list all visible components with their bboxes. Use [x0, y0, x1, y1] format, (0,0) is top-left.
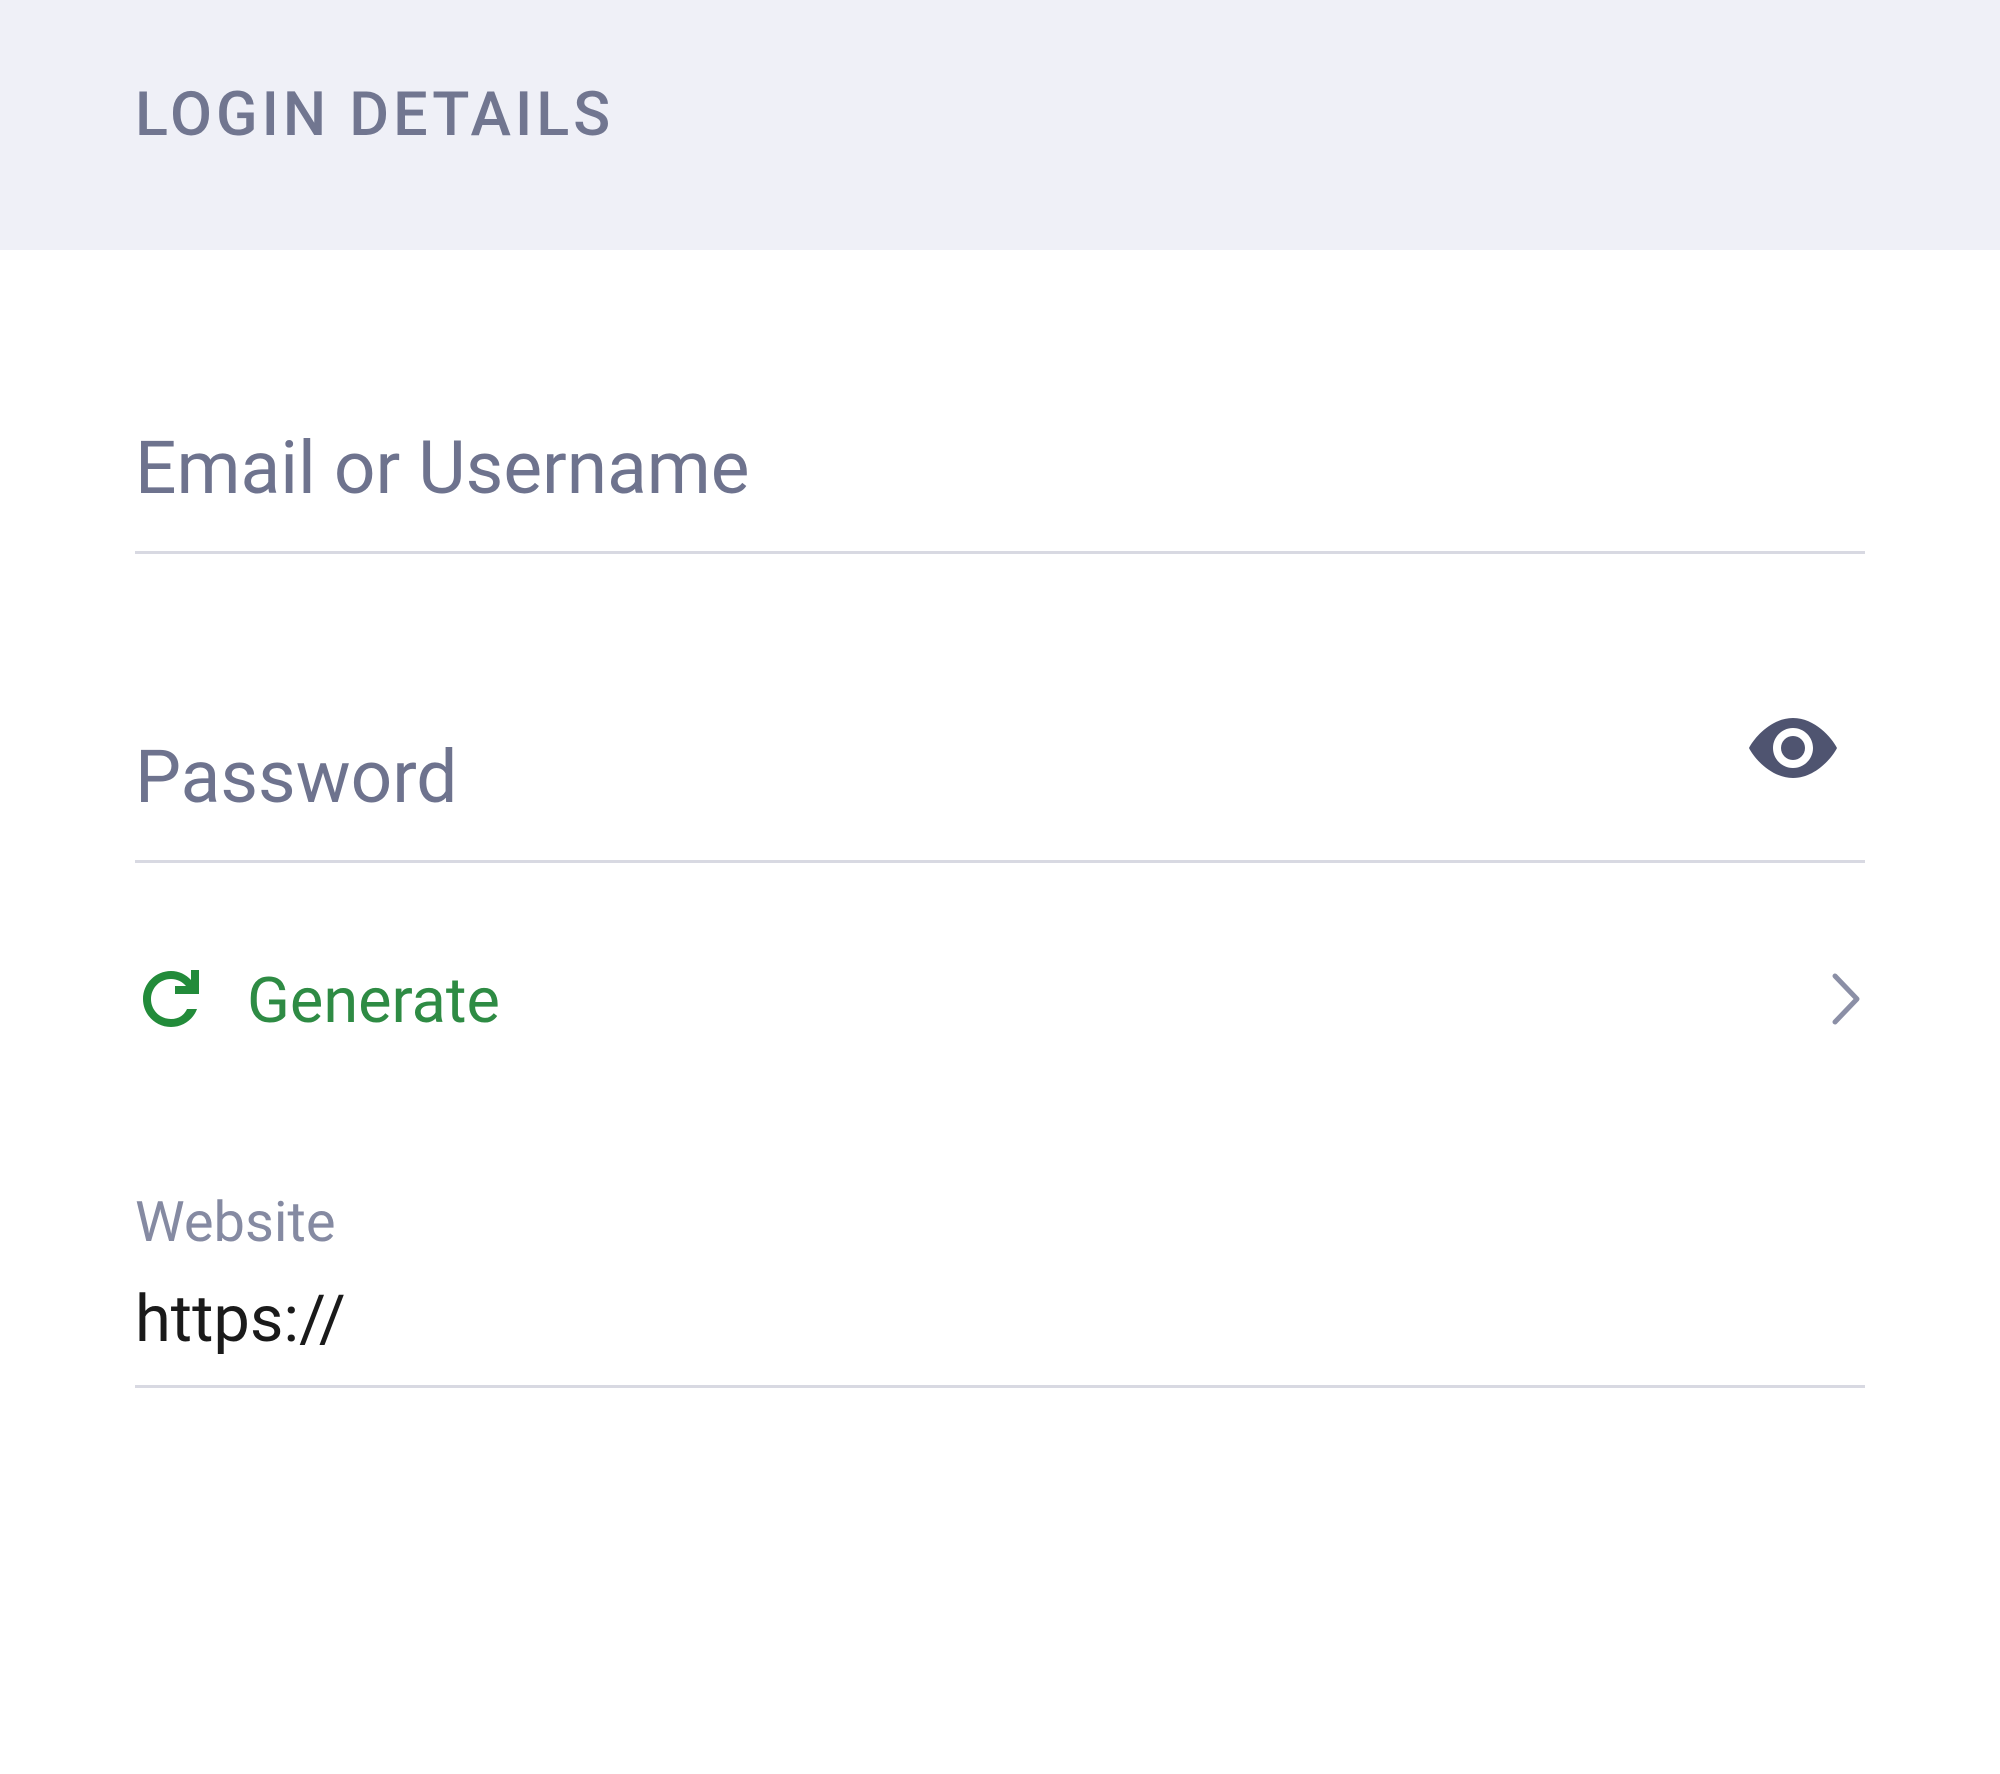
eye-icon [1749, 763, 1837, 782]
username-field-group[interactable]: Email or Username [135, 425, 1865, 554]
password-field-group[interactable]: Password [135, 734, 1865, 863]
chevron-right-icon [1829, 970, 1865, 1032]
generate-label: Generate [247, 965, 500, 1038]
generate-left-group: Generate [135, 963, 500, 1039]
login-details-form: Email or Username Password Generate [0, 250, 2000, 1388]
show-password-button[interactable] [1749, 718, 1837, 782]
website-field-group[interactable]: Website https:// [135, 1189, 1865, 1388]
refresh-icon [135, 963, 207, 1039]
section-title: LOGIN DETAILS [135, 78, 614, 150]
section-header: LOGIN DETAILS [0, 0, 2000, 250]
generate-password-button[interactable]: Generate [135, 923, 1865, 1079]
